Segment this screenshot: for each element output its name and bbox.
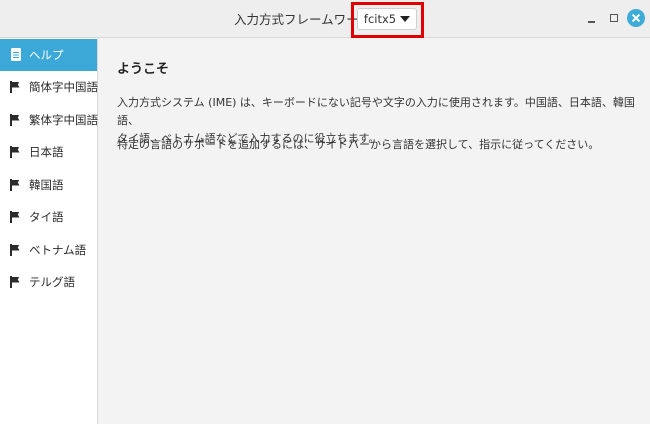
flag-icon: [8, 274, 24, 290]
sidebar-item-japanese[interactable]: 日本語: [0, 136, 97, 168]
minimize-button[interactable]: [584, 10, 600, 26]
maximize-button[interactable]: [606, 10, 622, 26]
page-title: ようこそ: [117, 62, 170, 77]
sidebar-item-label: 繁体字中国語: [29, 113, 98, 127]
flag-icon: [8, 209, 24, 225]
flag-icon: [8, 79, 24, 95]
chevron-down-icon: [400, 16, 411, 22]
sidebar-item-label: タイ語: [29, 210, 64, 224]
close-button[interactable]: [627, 9, 645, 27]
intro-line-1: 入力方式システム (IME) は、キーボードにない記号や文字の入力に使用されます…: [117, 96, 635, 127]
flag-icon: [8, 242, 24, 258]
sidebar-item-label: 簡体字中国語: [29, 80, 98, 94]
sidebar: ヘルプ 簡体字中国語 繁体字中国語 日本語 韓国語 タイ語 ベトナム語 テルグ語: [0, 38, 98, 424]
instruction-paragraph: 特定の言語のサポートを追加するには、サイドバーから言語を選択して、指示に従ってく…: [117, 138, 600, 151]
flag-icon: [8, 144, 24, 160]
flag-icon: [8, 177, 24, 193]
sidebar-item-telugu[interactable]: テルグ語: [0, 266, 97, 298]
sidebar-item-label: ベトナム語: [29, 243, 87, 257]
sidebar-item-label: テルグ語: [29, 275, 75, 289]
flag-icon: [8, 112, 24, 128]
app-window: 入力方式フレームワーク fcitx5 ヘルプ 簡体字中国語 繁体字中国語 日本語: [0, 0, 650, 424]
help-icon: [8, 47, 24, 63]
main-content: ようこそ 入力方式システム (IME) は、キーボードにない記号や文字の入力に使…: [98, 38, 650, 424]
sidebar-item-simplified-chinese[interactable]: 簡体字中国語: [0, 71, 98, 103]
framework-dropdown[interactable]: fcitx5: [357, 8, 417, 30]
sidebar-item-label: ヘルプ: [29, 48, 64, 62]
sidebar-item-korean[interactable]: 韓国語: [0, 169, 97, 201]
framework-value: fcitx5: [363, 12, 397, 26]
sidebar-item-label: 韓国語: [29, 178, 64, 192]
sidebar-item-traditional-chinese[interactable]: 繁体字中国語: [0, 104, 98, 136]
sidebar-item-vietnamese[interactable]: ベトナム語: [0, 234, 97, 266]
sidebar-item-label: 日本語: [29, 145, 64, 159]
sidebar-item-help[interactable]: ヘルプ: [0, 39, 97, 71]
title-bar: 入力方式フレームワーク fcitx5: [0, 0, 650, 38]
sidebar-item-thai[interactable]: タイ語: [0, 201, 97, 233]
